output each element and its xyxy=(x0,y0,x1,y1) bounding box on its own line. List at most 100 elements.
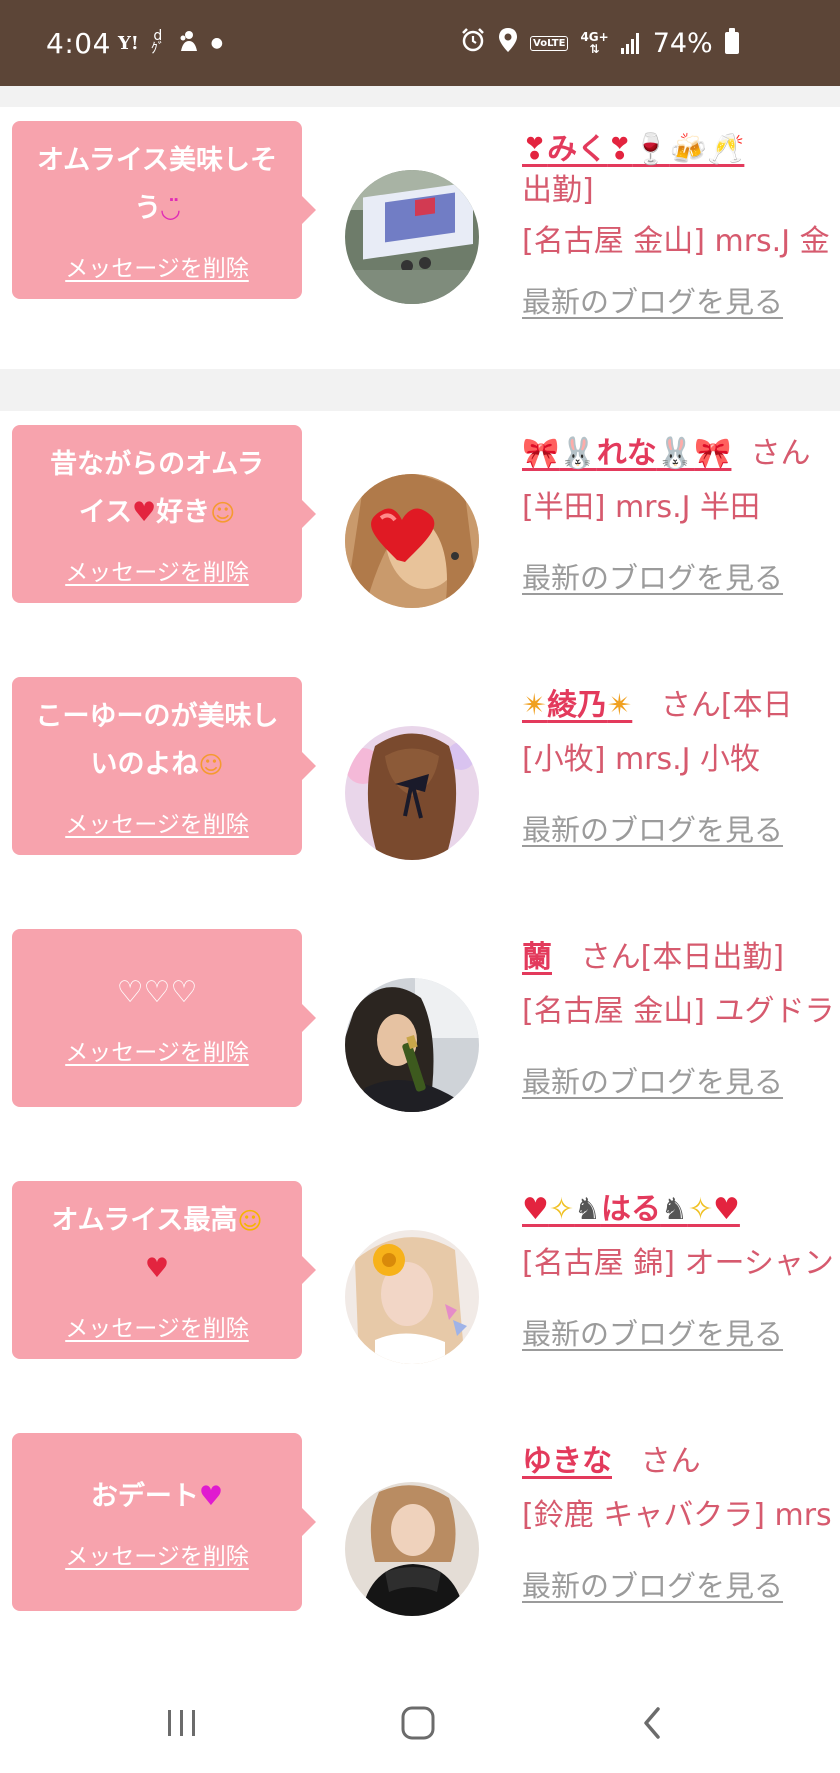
shop-line: [半田] mrs.J 半田 xyxy=(522,490,761,525)
latest-blog-link[interactable]: 最新のブログを見る xyxy=(522,555,783,597)
name-suffix: さん xyxy=(750,436,811,471)
ribbon-icon: 🎀 xyxy=(694,436,732,471)
status-bar: 4:04 Y! d ｸﾞ ● VoLTE 4G+ ⇅ 74% xyxy=(0,0,840,86)
avatar[interactable] xyxy=(345,978,479,1112)
message-body: 好き xyxy=(156,497,211,528)
list-item: こーゆーのが美味しいのよね☺ メッセージを削除 ✴綾乃✴ さん[本日 [小牧] … xyxy=(0,663,840,925)
message-body: イス xyxy=(78,497,132,528)
sparkles-icon: ✧ xyxy=(687,1192,713,1227)
notification-icons: Y! d ｸﾞ ● xyxy=(118,0,223,86)
list-item: ♡♡♡ メッセージを削除 蘭 さん[本日出勤] [名古屋 金山] ユグドラ 最新… xyxy=(0,915,840,1177)
message-body: 昔ながらのオムラ xyxy=(50,449,264,480)
delete-message-link[interactable]: メッセージを削除 xyxy=(65,249,249,283)
name-line: ♥✧♞はる♞✧♥ xyxy=(522,1185,840,1235)
list-item: 昔ながらのオムラ イス♥好き☺ メッセージを削除 🎀🐰れな🐰🎀 さん [半田] m… xyxy=(0,411,840,673)
back-button[interactable] xyxy=(612,1672,692,1773)
cast-name: みく xyxy=(547,132,608,167)
app-notification-icon xyxy=(177,29,199,58)
shop-line: [名古屋 錦] オーシャン xyxy=(522,1246,834,1281)
latest-blog-link[interactable]: 最新のブログを見る xyxy=(522,807,783,849)
sparkle-icon: ✴ xyxy=(607,688,633,723)
cast-info: ❣みく❣🍷🍻🥂 出勤] [名古屋 金山] mrs.J 金 最新のブログを見る xyxy=(522,125,840,321)
name-line: ✴綾乃✴ さん[本日 xyxy=(522,681,840,731)
cast-info: ゆきな さん [鈴鹿 キャバクラ] mrs 最新のブログを見る xyxy=(522,1437,840,1605)
alarm-icon xyxy=(460,27,486,59)
network-label: 4G+ xyxy=(580,30,609,44)
name-suffix: さん[本日出勤] xyxy=(580,940,785,975)
cast-name-link[interactable]: ♥✧♞はる♞✧♥ xyxy=(522,1192,740,1227)
latest-blog-link[interactable]: 最新のブログを見る xyxy=(522,1563,783,1605)
name-suffix: 出勤] xyxy=(522,173,594,208)
rabbit-icon: 🐰 xyxy=(559,436,597,471)
message-text: おデート♥ xyxy=(32,1473,282,1521)
sparkling-heart-icon: ♥ xyxy=(198,1481,224,1512)
hearts-face-emoji-icon: ☺ xyxy=(237,1207,263,1235)
cast-name-link[interactable]: 蘭 xyxy=(522,940,552,975)
message-bubble: こーゆーのが美味しいのよね☺ メッセージを削除 xyxy=(12,677,316,855)
smile-emoji-icon: ◡̈ xyxy=(161,195,180,223)
system-nav-bar xyxy=(0,1672,840,1773)
ribbon-icon: 🎀 xyxy=(522,436,560,471)
yum-emoji-icon: ☺ xyxy=(210,499,236,527)
latest-blog-link[interactable]: 最新のブログを見る xyxy=(522,1059,783,1101)
beer-icon: 🍻 xyxy=(669,132,707,167)
avatar[interactable] xyxy=(345,170,479,304)
champagne-icon: 🥂 xyxy=(707,132,745,167)
cast-info: ✴綾乃✴ さん[本日 [小牧] mrs.J 小牧 最新のブログを見る xyxy=(522,681,840,849)
cast-name-link[interactable]: 🎀🐰れな🐰🎀 xyxy=(522,436,731,471)
back-icon xyxy=(644,1706,660,1739)
cast-name-link[interactable]: ゆきな xyxy=(522,1444,612,1479)
delete-message-link[interactable]: メッセージを削除 xyxy=(65,1309,249,1343)
home-button[interactable] xyxy=(378,1672,458,1773)
delete-message-link[interactable]: メッセージを削除 xyxy=(65,553,249,587)
avatar[interactable] xyxy=(345,1482,479,1616)
list-item: おデート♥ メッセージを削除 ゆきな さん [鈴鹿 キャバクラ] mrs 最新の… xyxy=(0,1419,840,1681)
cast-name-link[interactable]: ✴綾乃✴ xyxy=(522,688,632,723)
message-text: ♡♡♡ xyxy=(116,975,198,1010)
message-body: オムライス最高 xyxy=(51,1205,238,1236)
battery-icon xyxy=(724,28,739,54)
avatar[interactable] xyxy=(345,1230,479,1364)
d-menu-icon: d ｸﾞ xyxy=(150,28,165,57)
yahoo-icon: Y! xyxy=(118,32,139,54)
message-text: オムライス最高☺ ♥ xyxy=(32,1197,282,1293)
shop-line: [名古屋 金山] mrs.J 金 xyxy=(522,224,830,259)
name-suffix: さん xyxy=(640,1444,701,1479)
wine-glass-icon: 🍷 xyxy=(632,132,670,167)
location-icon xyxy=(498,27,518,59)
message-bubble: 昔ながらのオムラ イス♥好き☺ メッセージを削除 xyxy=(12,425,316,603)
message-body: おデート xyxy=(90,1481,199,1512)
4g-plus-icon: 4G+ ⇅ xyxy=(580,30,609,56)
poodle-icon: ♞ xyxy=(660,1192,688,1227)
message-body: こーゆーのが美味しいのよね xyxy=(35,701,279,780)
latest-blog-link[interactable]: 最新のブログを見る xyxy=(522,279,783,321)
message-text: こーゆーのが美味しいのよね☺ xyxy=(32,693,282,789)
message-bubble: オムライス美味しそう◡̈ メッセージを削除 xyxy=(12,121,316,299)
latest-blog-link[interactable]: 最新のブログを見る xyxy=(522,1311,783,1353)
heart-icon: ♥ xyxy=(144,1253,170,1284)
message-bubble: オムライス最高☺ ♥ メッセージを削除 xyxy=(12,1181,316,1359)
yum-emoji-icon: ☺ xyxy=(198,751,224,779)
shop-line: [名古屋 金山] ユグドラ xyxy=(522,994,835,1029)
name-line: ❣みく❣🍷🍻🥂 xyxy=(522,125,840,175)
avatar[interactable] xyxy=(345,474,479,608)
home-icon xyxy=(401,1706,435,1739)
battery-percent: 74% xyxy=(652,27,713,59)
delete-message-link[interactable]: メッセージを削除 xyxy=(65,1033,249,1067)
cast-name: れな xyxy=(596,436,657,471)
delete-message-link[interactable]: メッセージを削除 xyxy=(65,1537,249,1571)
volte-icon: VoLTE xyxy=(530,35,569,51)
message-bubble: おデート♥ メッセージを削除 xyxy=(12,1433,316,1611)
cast-info: 🎀🐰れな🐰🎀 さん [半田] mrs.J 半田 最新のブログを見る xyxy=(522,429,840,597)
message-text: オムライス美味しそう◡̈ xyxy=(32,137,282,233)
name-line: 蘭 さん[本日出勤] xyxy=(522,933,840,983)
recent-apps-button[interactable] xyxy=(142,1672,222,1773)
system-icons: VoLTE 4G+ ⇅ 74% xyxy=(460,0,739,86)
delete-message-link[interactable]: メッセージを削除 xyxy=(65,805,249,839)
list-item: オムライス最高☺ ♥ メッセージを削除 ♥✧♞はる♞✧♥ [名古屋 錦] オーシャ… xyxy=(0,1167,840,1429)
avatar[interactable] xyxy=(345,726,479,860)
cast-name: 綾乃 xyxy=(547,688,608,723)
cast-name-link[interactable]: ❣みく❣🍷🍻🥂 xyxy=(522,132,744,167)
sparkles-icon: ✧ xyxy=(548,1192,575,1227)
signal-icon xyxy=(620,32,639,54)
